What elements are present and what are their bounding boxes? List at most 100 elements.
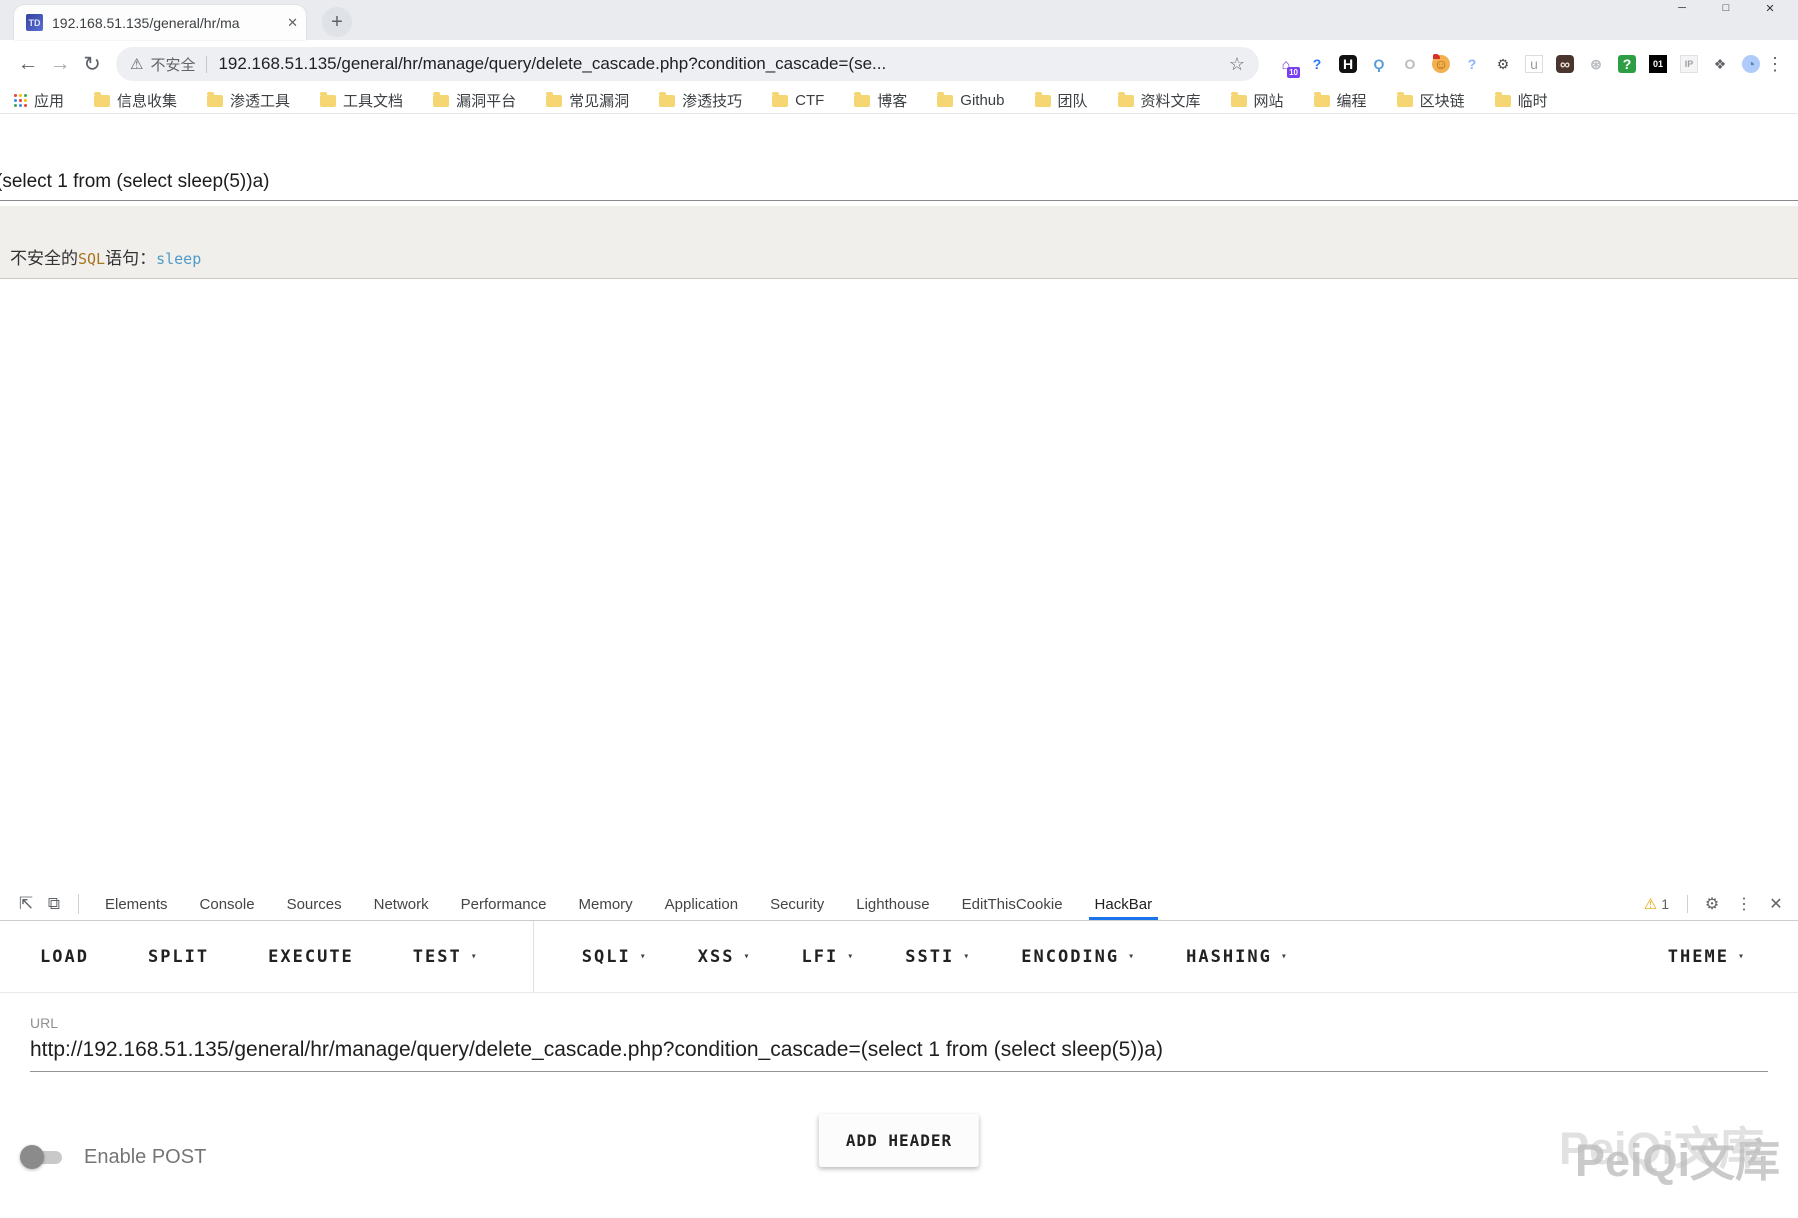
maximize-button[interactable]: □ [1704,0,1748,16]
letter-u-ext-icon[interactable]: u [1523,53,1545,75]
enable-post-toggle[interactable] [20,1145,66,1169]
devtools-tab-label: Memory [578,895,633,913]
hackbar-button[interactable]: LOAD [40,947,98,967]
hackbar-button-label: HASHING [1186,946,1272,967]
bookmark-folder[interactable]: 网站 [1230,90,1284,111]
enable-post-label: Enable POST [84,1145,207,1168]
bookmark-folder[interactable]: 编程 [1313,90,1367,111]
bookmark-folder[interactable]: 常见漏洞 [546,90,629,111]
devtools-tab[interactable]: Network [358,888,445,920]
bookmark-folder[interactable]: 临时 [1494,90,1548,111]
hackbar-button[interactable]: SPLIT [148,947,218,967]
gray-knot-ext-icon[interactable]: ⊛ [1585,53,1607,75]
bookmark-label: 渗透技巧 [682,93,743,110]
dark-gear-ext-icon[interactable]: ⚙ [1492,53,1514,75]
devtools-tab-label: Sources [286,895,342,913]
devtools-tab[interactable]: Memory [563,888,649,920]
theme-button[interactable]: THEME ▾ [1668,947,1746,967]
close-window-button[interactable]: ✕ [1748,0,1792,16]
chevron-down-icon: ▾ [1280,951,1289,962]
devtools-tab[interactable]: Elements [89,888,184,920]
hackbar-divider [532,921,534,992]
folder-icon [207,91,224,107]
bookmark-apps[interactable]: 应用 [14,90,64,111]
hackbar-button[interactable]: SSTI ▾ [905,947,971,967]
chevron-down-icon: ▾ [1128,951,1137,962]
santa-face-ext-icon[interactable]: ☺ [1430,53,1452,75]
devtools-tab[interactable]: Lighthouse [840,888,945,920]
add-header-button[interactable]: ADD HEADER [818,1114,980,1167]
folder-icon [546,91,563,107]
devtools-settings-icon[interactable]: ⚙ [1698,894,1726,914]
devtools-menu-icon[interactable]: ⋮ [1730,894,1758,914]
browser-menu-icon[interactable]: ⋮ [1762,54,1788,75]
hackbar-button-label: EXECUTE [268,946,354,967]
warning-count: 1 [1661,896,1669,912]
hackbar-button-label: THEME [1667,946,1729,967]
letter-h-ext-icon[interactable]: H [1337,53,1359,75]
ip-ext-icon[interactable]: IP [1678,53,1700,75]
devtools-tab-label: Performance [460,895,547,913]
minimize-button[interactable]: ─ [1660,0,1704,16]
browser-toolbar: ← → ↻ ⚠ 不安全 192.168.51.135/general/hr/ma… [0,40,1798,88]
bookmark-folder[interactable]: 团队 [1034,90,1088,111]
browser-window: ─ □ ✕ TD 192.168.51.135/general/hr/ma ✕ … [0,0,1798,1218]
bookmark-folder[interactable]: 区块链 [1396,90,1465,111]
gray-ring-ext-icon[interactable]: O [1399,53,1421,75]
bookmark-label: 博客 [877,93,908,110]
hackbar-button[interactable]: XSS ▾ [698,947,752,967]
devtools-tab[interactable]: Sources [271,888,358,920]
tab-close-icon[interactable]: ✕ [287,15,298,31]
bookmark-folder[interactable]: CTF [772,91,824,109]
binary-01-ext-icon[interactable]: 01 [1647,53,1669,75]
device-toolbar-icon[interactable]: ⧉ [40,894,68,914]
bookmark-folder[interactable]: 渗透工具 [207,90,290,111]
hackbar-button[interactable]: ENCODING ▾ [1021,947,1136,967]
console-warning-badge[interactable]: ⚠ 1 [1644,895,1669,913]
bookmark-folder[interactable]: 渗透技巧 [659,90,742,111]
puzzle-ext-icon[interactable]: ❖ [1709,53,1731,75]
bookmark-folder[interactable]: 工具文档 [320,90,403,111]
devtools-tab[interactable]: EditThisCookie [946,888,1079,920]
folder-icon [937,91,954,107]
url-input[interactable]: http://192.168.51.135/general/hr/manage/… [30,1038,1768,1072]
sql-token: SQL [78,250,106,268]
back-icon[interactable]: ← [12,52,44,76]
blue-question-ext-icon[interactable]: ? [1306,53,1328,75]
devtools-tab[interactable]: HackBar [1079,888,1169,920]
purple-home-ext-icon[interactable]: ⌂ 10 [1275,53,1300,78]
new-tab-button[interactable]: + [322,7,352,37]
tab-title: 192.168.51.135/general/hr/ma [52,14,240,31]
bookmark-label: 临时 [1517,93,1548,110]
bookmark-folder[interactable]: 漏洞平台 [433,90,516,111]
hackbar-button[interactable]: TEST ▾ [413,947,479,967]
folder-icon [320,91,337,107]
bookmark-folder[interactable]: 资料文库 [1117,90,1201,111]
bookmark-folder[interactable]: 博客 [854,90,907,111]
hackbar-button[interactable]: SQLI ▾ [582,947,648,967]
browser-tab[interactable]: TD 192.168.51.135/general/hr/ma ✕ [14,5,306,40]
goggles-ext-icon[interactable]: ∞ [1554,53,1576,75]
devtools-tab[interactable]: Application [649,888,754,920]
devtools-tab[interactable]: Console [184,888,271,920]
hackbar-button[interactable]: HASHING ▾ [1186,947,1289,967]
devtools-tab[interactable]: Security [754,888,840,920]
inspect-element-icon[interactable]: ⇱ [12,894,40,914]
globe-avatar-ext-icon[interactable]: ◔ [1740,53,1762,75]
bookmark-star-icon[interactable]: ☆ [1229,54,1245,75]
hackbar-button[interactable]: EXECUTE [268,947,363,967]
devtools-close-icon[interactable]: ✕ [1762,894,1790,914]
bookmark-folder[interactable]: Github [937,91,1005,109]
green-question-ext-icon[interactable]: ? [1616,53,1638,75]
light-question-ext-icon[interactable]: ? [1461,53,1483,75]
hackbar-bottom-row: Enable POST ADD HEADER PeiQi文库 PeiQi文库 [0,1114,1798,1196]
address-bar[interactable]: ⚠ 不安全 192.168.51.135/general/hr/manage/q… [116,47,1259,81]
sql-warning-prefix: 不安全的 [10,249,78,268]
hackbar-button[interactable]: LFI ▾ [802,947,856,967]
devtools-tab[interactable]: Performance [445,888,563,920]
bookmark-folder[interactable]: 信息收集 [94,90,177,111]
blue-pin-ext-icon[interactable]: Ϙ [1368,53,1390,75]
reload-icon[interactable]: ↻ [76,52,108,77]
forward-icon[interactable]: → [44,52,76,76]
address-url-text[interactable]: 192.168.51.135/general/hr/manage/query/d… [218,54,1218,74]
